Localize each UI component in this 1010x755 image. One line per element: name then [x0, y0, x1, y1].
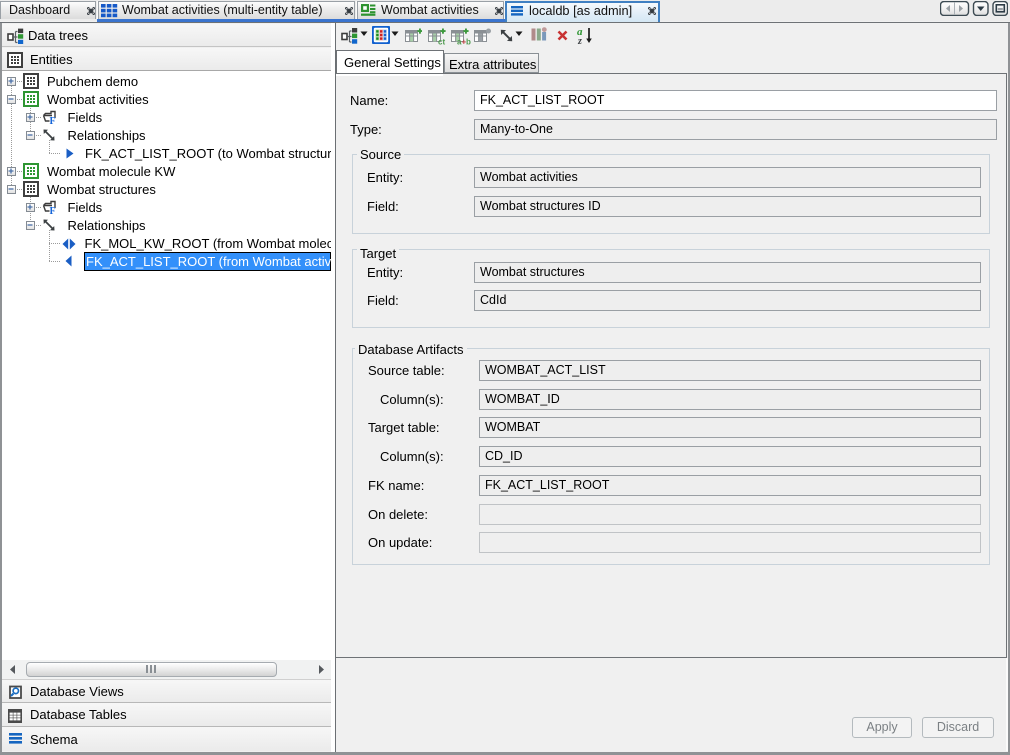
- svg-text:b: b: [466, 38, 471, 46]
- svg-text:F: F: [50, 116, 56, 125]
- svg-text:z: z: [577, 36, 582, 45]
- svg-text:ct: ct: [438, 38, 445, 46]
- svg-text:F: F: [50, 206, 56, 215]
